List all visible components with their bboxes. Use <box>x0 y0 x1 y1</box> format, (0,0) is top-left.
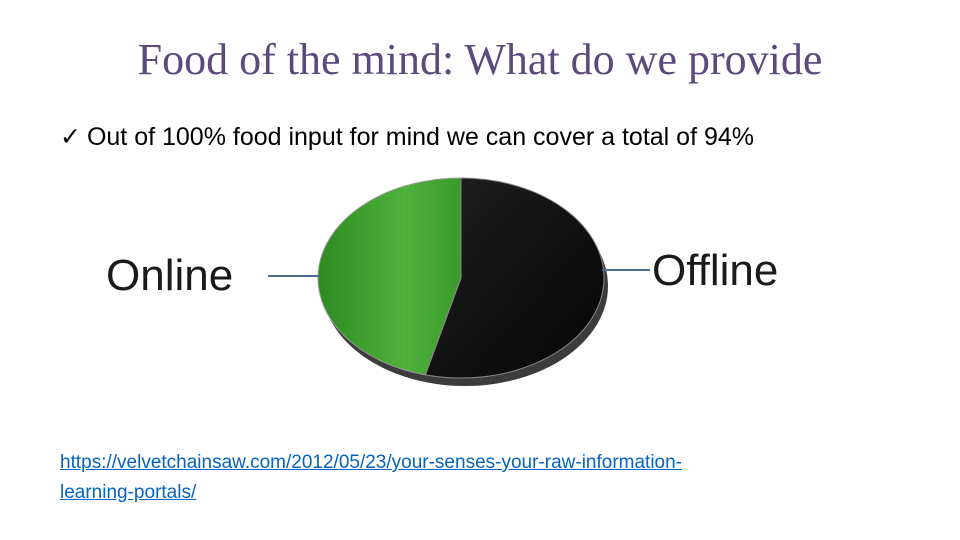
source-link[interactable]: https://velvetchainsaw.com/2012/05/23/yo… <box>60 448 860 508</box>
bullet-point: ✓ Out of 100% food input for mind we can … <box>60 122 754 152</box>
pie-chart-svg: Online Offline <box>106 177 778 386</box>
slide-title: Food of the mind: What do we provide <box>137 35 823 84</box>
pie-label-offline: Offline <box>652 246 778 295</box>
checkmark-icon: ✓ <box>60 123 81 151</box>
pie-label-online: Online <box>106 251 233 300</box>
source-link-line-2[interactable]: learning-portals/ <box>60 478 860 508</box>
source-link-line-1[interactable]: https://velvetchainsaw.com/2012/05/23/yo… <box>60 448 860 478</box>
pie-chart: Online Offline <box>96 172 840 410</box>
bullet-text: Out of 100% food input for mind we can c… <box>86 123 755 151</box>
